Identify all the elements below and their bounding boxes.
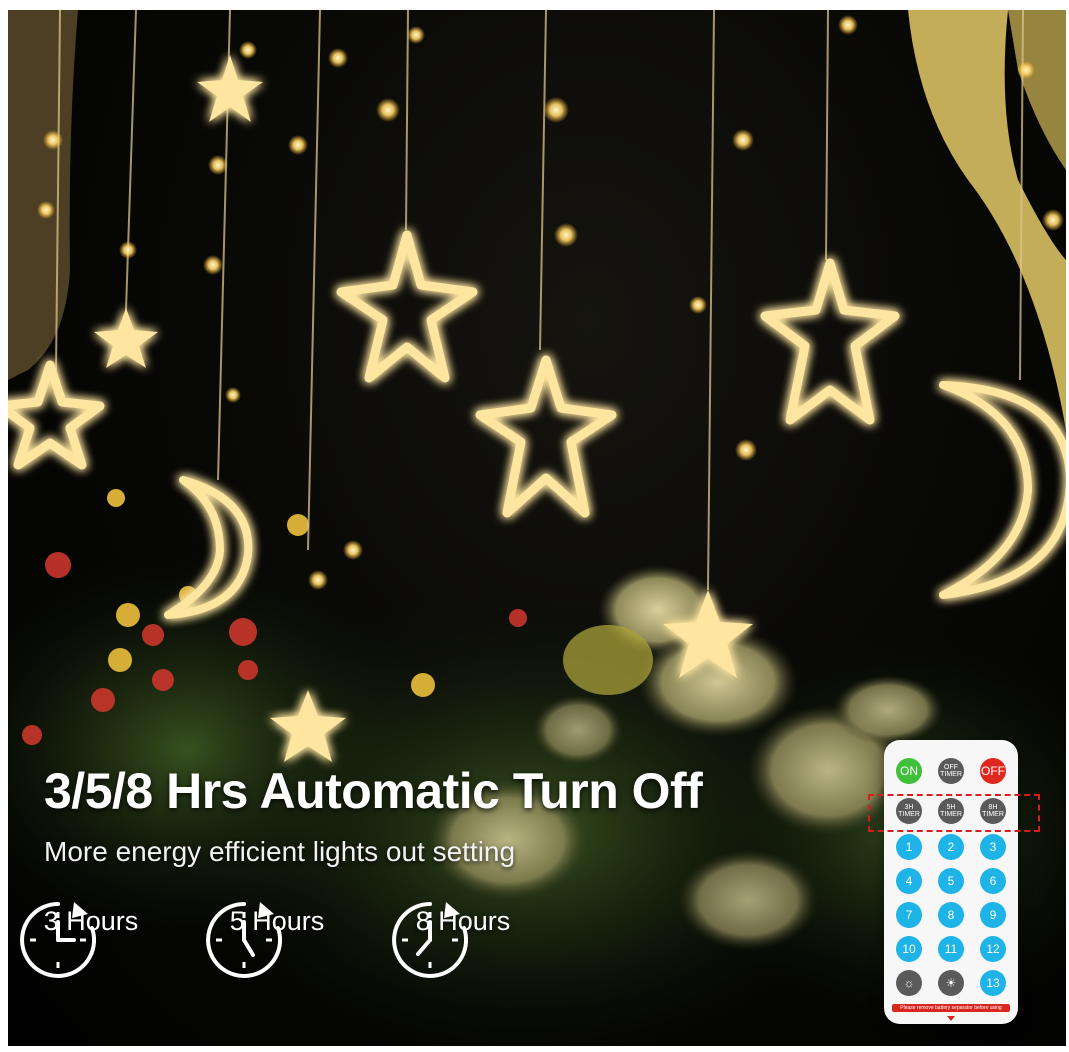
remote-button-4: 4	[896, 868, 922, 894]
timer-5-hours: 5 Hours	[202, 898, 352, 978]
clock-8-hours-icon	[392, 902, 468, 978]
remote-button-8: 8	[938, 902, 964, 928]
headline: 3/5/8 Hrs Automatic Turn Off	[44, 763, 703, 819]
remote-button-12: 12	[980, 936, 1006, 962]
string-bulbs	[37, 15, 1064, 590]
moon-2	[939, 381, 1066, 599]
timer-3-hours: 3 Hours	[16, 898, 166, 978]
remote-button-5: 5	[938, 868, 964, 894]
clock-5-hours-icon	[206, 902, 282, 978]
remote-on-button: ON	[896, 758, 922, 784]
remote-off-button: OFF	[980, 758, 1006, 784]
remote-button-10: 10	[896, 936, 922, 962]
remote-button-11: 11	[938, 936, 964, 962]
star-6	[94, 308, 158, 368]
star-3	[760, 258, 900, 425]
remote-button-13: 13	[980, 970, 1006, 996]
tree-left	[8, 10, 78, 380]
remote-button-9: 9	[980, 902, 1006, 928]
subline: More energy efficient lights out setting	[44, 836, 516, 867]
star-lights	[8, 230, 900, 518]
remote-button-7: 7	[896, 902, 922, 928]
star-2	[475, 355, 617, 518]
battery-separator-note: Please remove battery separator before u…	[892, 1004, 1010, 1012]
timer-buttons-highlight	[868, 794, 1040, 832]
timer-8-hours: 8 Hours	[388, 898, 538, 978]
remote-off-timer-button: OFF TIMER	[938, 758, 964, 784]
remote-button-2: 2	[938, 834, 964, 860]
remote-button-6: 6	[980, 868, 1006, 894]
star-4	[8, 360, 105, 470]
night-garden-photo: 3/5/8 Hrs Automatic Turn Off More energy…	[8, 10, 1066, 1046]
remote-button-1: 1	[896, 834, 922, 860]
brightness-down-icon: ☼	[896, 970, 922, 996]
remote-button-3: 3	[980, 834, 1006, 860]
brightness-up-icon: ☀	[938, 970, 964, 996]
star-5	[197, 55, 263, 122]
remote-control: ON OFF TIMER OFF 3H TIMER 5H TIMER 8H TI…	[884, 740, 1018, 1024]
clock-3-hours-icon	[20, 902, 96, 978]
star-1	[336, 230, 478, 383]
pull-tab-arrow-icon	[947, 1016, 955, 1021]
light-strings	[55, 10, 1024, 591]
